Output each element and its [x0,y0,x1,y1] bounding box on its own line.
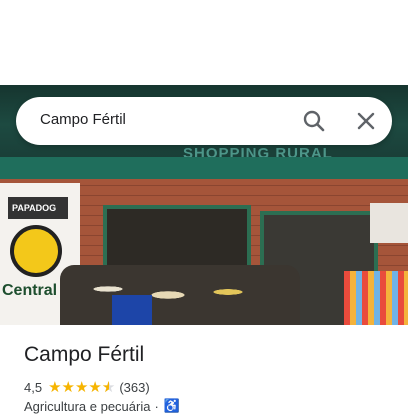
review-count: (363) [119,379,150,395]
place-title: Campo Fértil [24,343,145,366]
white-wall [370,203,408,243]
category: Agricultura e pecuária [24,398,151,414]
wheelchair-icon: ♿ [163,398,180,413]
fascia [0,157,408,179]
rating-row[interactable]: 4,5 ★★★★★★ (363) [24,378,150,396]
search-input[interactable]: Campo Fértil [40,111,126,128]
close-icon [357,112,375,130]
crowd [60,265,300,325]
category-row: Agricultura e pecuária · ♿ [24,398,180,414]
blue-box [112,295,152,325]
star-rating: ★★★★★★ [48,379,116,396]
separator: · [154,398,159,414]
banner-store: Central [2,282,58,299]
top-blank-area [0,0,408,85]
search-button[interactable] [300,107,328,135]
search-icon [303,110,325,132]
banner-header: PAPADOG [8,197,68,219]
close-button[interactable] [352,107,380,135]
banner-brand: PAPADOG [12,203,57,213]
search-bar[interactable]: Campo Fértil [16,97,392,145]
paw-logo [10,225,62,277]
colored-items [344,271,408,325]
rating-value: 4,5 [24,379,43,395]
